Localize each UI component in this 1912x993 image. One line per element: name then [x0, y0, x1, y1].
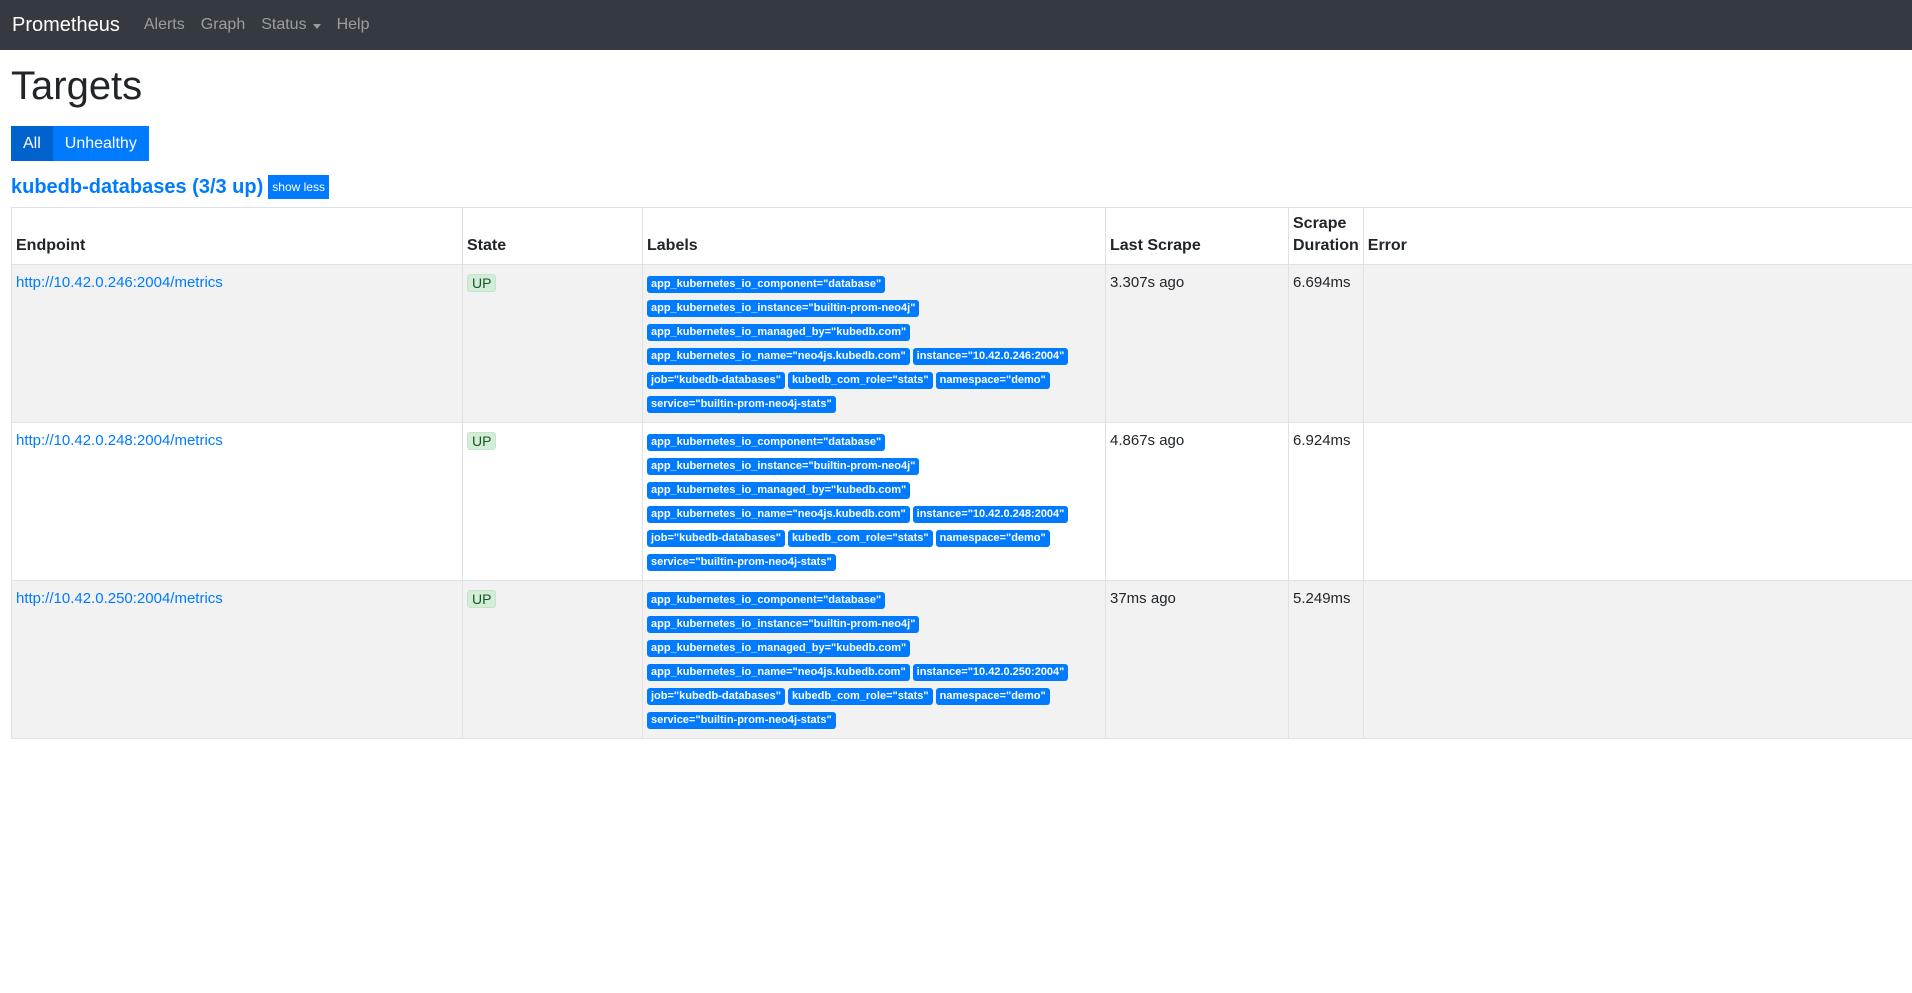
label-badge: app_kubernetes_io_name="neo4js.kubedb.co… [647, 664, 910, 681]
label-badge: kubedb_com_role="stats" [787, 530, 933, 547]
label-badge: app_kubernetes_io_managed_by="kubedb.com… [647, 482, 911, 499]
nav-help[interactable]: Help [337, 16, 370, 34]
nav-alerts[interactable]: Alerts [144, 16, 185, 34]
endpoint-cell: http://10.42.0.246:2004/metrics [11, 264, 463, 423]
header-endpoint: Endpoint [11, 207, 463, 265]
job-header: kubedb-databases (3/3 up) show less [11, 175, 1901, 199]
label-badge: app_kubernetes_io_component="database" [647, 276, 886, 293]
label-badge: app_kubernetes_io_name="neo4js.kubedb.co… [647, 506, 910, 523]
last-scrape-cell: 4.867s ago [1105, 422, 1289, 581]
label-badge: app_kubernetes_io_name="neo4js.kubedb.co… [647, 348, 910, 365]
label-badge: app_kubernetes_io_instance="builtin-prom… [647, 616, 920, 633]
endpoint-link[interactable]: http://10.42.0.248:2004/metrics [16, 432, 223, 449]
table-row: http://10.42.0.248:2004/metrics UP app_kub… [11, 422, 1912, 581]
header-scrape-duration: Scrape Duration [1288, 207, 1364, 265]
label-badge: instance="10.42.0.246:2004" [912, 348, 1069, 365]
label-line: app_kubernetes_io_name="neo4js.kubedb.co… [647, 346, 1101, 370]
label-line: app_kubernetes_io_instance="builtin-prom… [647, 298, 1101, 322]
top-navbar: Prometheus Alerts Graph Status Help [0, 0, 1912, 50]
filter-unhealthy-button[interactable]: Unhealthy [52, 126, 149, 161]
main-container: Targets All Unhealthy kubedb-databases (… [0, 62, 1912, 739]
endpoint-link[interactable]: http://10.42.0.250:2004/metrics [16, 590, 223, 607]
endpoint-cell: http://10.42.0.248:2004/metrics [11, 422, 463, 581]
job-title-link[interactable]: kubedb-databases (3/3 up) [11, 176, 263, 199]
last-scrape-cell: 3.307s ago [1105, 264, 1289, 423]
header-last-scrape: Last Scrape [1105, 207, 1289, 265]
label-line: app_kubernetes_io_name="neo4js.kubedb.co… [647, 662, 1101, 686]
error-cell [1362, 264, 1912, 423]
label-line: app_kubernetes_io_component="database" [647, 590, 1101, 614]
labels-cell: app_kubernetes_io_component="database"ap… [642, 264, 1106, 423]
label-line: service="builtin-prom-neo4j-stats" [647, 552, 1101, 576]
show-less-button[interactable]: show less [268, 175, 329, 199]
table-row: http://10.42.0.246:2004/metrics UP app_kub… [11, 264, 1912, 423]
state-badge: UP [467, 432, 497, 450]
error-cell [1362, 580, 1912, 739]
scrape-duration-cell: 6.694ms [1288, 264, 1364, 423]
header-state: State [462, 207, 643, 265]
label-line: app_kubernetes_io_instance="builtin-prom… [647, 614, 1101, 638]
label-badge: app_kubernetes_io_component="database" [647, 592, 886, 609]
labels-cell: app_kubernetes_io_component="database"ap… [642, 580, 1106, 739]
nav-status-dropdown[interactable]: Status [261, 16, 321, 34]
label-badge: app_kubernetes_io_component="database" [647, 434, 886, 451]
header-scrape-duration-line1: Scrape [1293, 215, 1347, 232]
label-badge: job="kubedb-databases" [647, 530, 785, 547]
label-badge: namespace="demo" [935, 372, 1050, 389]
error-cell [1362, 422, 1912, 581]
endpoint-link[interactable]: http://10.42.0.246:2004/metrics [16, 274, 223, 291]
brand-link[interactable]: Prometheus [12, 14, 120, 37]
labels-cell: app_kubernetes_io_component="database"ap… [642, 422, 1106, 581]
label-badge: app_kubernetes_io_managed_by="kubedb.com… [647, 324, 911, 341]
nav-status-label: Status [261, 16, 307, 33]
label-badge: app_kubernetes_io_instance="builtin-prom… [647, 458, 920, 475]
state-cell: UP [462, 264, 643, 423]
filter-button-group: All Unhealthy [11, 126, 149, 161]
scrape-duration-cell: 6.924ms [1288, 422, 1364, 581]
table-header-row: Endpoint State Labels Last Scrape Scrape… [11, 207, 1912, 265]
label-badge: kubedb_com_role="stats" [787, 688, 933, 705]
label-line: service="builtin-prom-neo4j-stats" [647, 394, 1101, 418]
label-badge: service="builtin-prom-neo4j-stats" [647, 712, 836, 729]
state-cell: UP [462, 580, 643, 739]
label-line: app_kubernetes_io_component="database" [647, 432, 1101, 456]
label-badge: namespace="demo" [935, 688, 1050, 705]
scrape-duration-cell: 5.249ms [1288, 580, 1364, 739]
header-error: Error [1362, 207, 1912, 265]
label-badge: instance="10.42.0.248:2004" [912, 506, 1069, 523]
page-title: Targets [11, 64, 143, 108]
label-line: job="kubedb-databases" kubedb_com_role="s… [647, 686, 1101, 710]
state-badge: UP [467, 590, 497, 608]
label-line: app_kubernetes_io_name="neo4js.kubedb.co… [647, 504, 1101, 528]
label-badge: service="builtin-prom-neo4j-stats" [647, 554, 836, 571]
last-scrape-cell: 37ms ago [1105, 580, 1289, 739]
label-badge: job="kubedb-databases" [647, 372, 785, 389]
label-line: service="builtin-prom-neo4j-stats" [647, 710, 1101, 734]
label-line: job="kubedb-databases" kubedb_com_role="s… [647, 528, 1101, 552]
caret-down-icon [312, 23, 321, 29]
label-line: app_kubernetes_io_component="database" [647, 274, 1101, 298]
label-badge: namespace="demo" [935, 530, 1050, 547]
label-badge: kubedb_com_role="stats" [787, 372, 933, 389]
label-line: app_kubernetes_io_managed_by="kubedb.com… [647, 322, 1101, 346]
label-line: app_kubernetes_io_managed_by="kubedb.com… [647, 480, 1101, 504]
nav-graph[interactable]: Graph [201, 16, 245, 34]
endpoint-cell: http://10.42.0.250:2004/metrics [11, 580, 463, 739]
label-badge: instance="10.42.0.250:2004" [912, 664, 1069, 681]
label-badge: app_kubernetes_io_instance="builtin-prom… [647, 300, 920, 317]
targets-table: Endpoint State Labels Last Scrape Scrape… [11, 207, 1912, 739]
label-line: app_kubernetes_io_instance="builtin-prom… [647, 456, 1101, 480]
label-badge: app_kubernetes_io_managed_by="kubedb.com… [647, 640, 911, 657]
state-badge: UP [467, 274, 497, 292]
state-cell: UP [462, 422, 643, 581]
label-badge: job="kubedb-databases" [647, 688, 785, 705]
table-row: http://10.42.0.250:2004/metrics UP app_kub… [11, 580, 1912, 739]
filter-all-button[interactable]: All [11, 126, 53, 161]
header-labels: Labels [642, 207, 1106, 265]
label-line: job="kubedb-databases" kubedb_com_role="s… [647, 370, 1101, 394]
header-scrape-duration-line2: Duration [1293, 237, 1359, 254]
label-badge: service="builtin-prom-neo4j-stats" [647, 396, 836, 413]
label-line: app_kubernetes_io_managed_by="kubedb.com… [647, 638, 1101, 662]
